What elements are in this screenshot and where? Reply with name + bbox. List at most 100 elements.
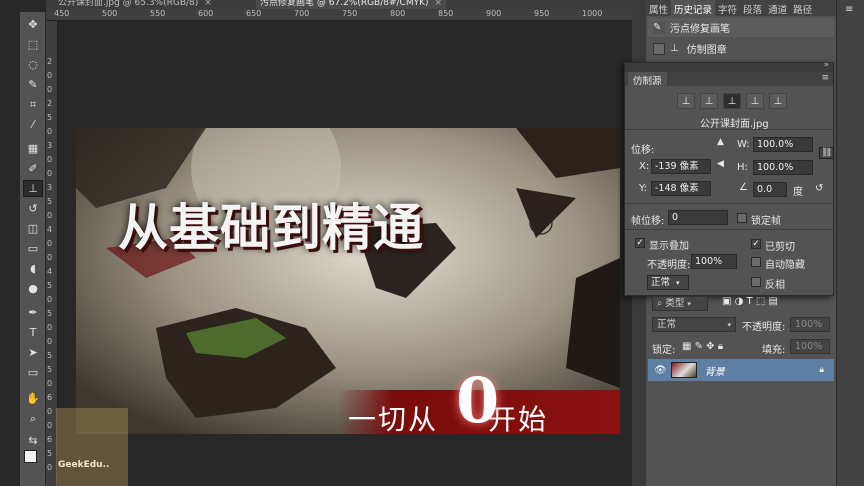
reset-transform-icon[interactable]: ↺ — [815, 183, 823, 194]
ruler-tick-label: 550 — [150, 9, 166, 18]
layer-row[interactable]: 👁︎ 背景 🔒︎ — [648, 359, 834, 381]
document-tab-1[interactable]: 公开课封面.jpg @ 65.3%(RGB/8) × — [54, 0, 216, 9]
offset-y-input[interactable]: -148 像素 — [651, 181, 711, 196]
history-snapshot-toggle[interactable] — [653, 42, 665, 55]
hand-tool-icon[interactable]: ✋ — [23, 390, 43, 407]
clipped-checkbox[interactable]: ✓ — [751, 239, 761, 249]
lock-icons[interactable]: ▦ ✎ ✥ 🔒︎ — [682, 341, 723, 352]
overlay-mode-select[interactable]: 正常 ▾ — [647, 275, 689, 290]
tab-paragraph[interactable]: 段落 — [740, 0, 765, 16]
tab-clone-source[interactable]: 仿制源 — [628, 72, 667, 87]
height-label: H: — [737, 162, 748, 173]
clone-stamp-tool-icon[interactable]: ⊥ — [23, 180, 43, 197]
ruler-tick-label: 750 — [342, 9, 358, 18]
tab-paths[interactable]: 路径 — [790, 0, 815, 16]
lock-frame-checkbox[interactable] — [737, 213, 747, 223]
history-item[interactable]: ✎ 污点修复画笔 — [648, 18, 834, 37]
ruler-tick-label: 800 — [390, 9, 406, 18]
width-scale-input[interactable]: 100.0% — [753, 137, 813, 152]
document-tab-bar: 公开课封面.jpg @ 65.3%(RGB/8) × 污点修复画笔 @ 67.2%… — [46, 0, 646, 9]
type-tool-icon[interactable]: T — [23, 324, 43, 341]
quick-select-tool-icon[interactable]: ✎ — [23, 76, 43, 93]
zoom-tool-icon[interactable]: ⌕ — [23, 410, 43, 427]
height-scale-input[interactable]: 100.0% — [753, 160, 813, 175]
panel-header[interactable]: » — [625, 60, 833, 72]
ruler-tick-label: 2 — [47, 57, 53, 66]
lock-icon: 🔒︎ — [819, 365, 824, 375]
collapse-icon[interactable]: » — [823, 60, 829, 70]
frame-offset-label: 帧位移: — [631, 216, 665, 227]
invert-checkbox[interactable] — [751, 277, 761, 287]
eyedropper-tool-icon[interactable]: ⁄ — [23, 116, 43, 133]
document-tab-2[interactable]: 污点修复画笔 @ 67.2%(RGB/8#/CMYK) × — [256, 0, 447, 9]
blur-tool-icon[interactable]: ◖ — [23, 260, 43, 277]
divider — [625, 129, 833, 130]
brush-tool-icon[interactable]: ✐ — [23, 160, 43, 177]
ruler-tick-label: 3 — [47, 183, 53, 192]
tab-character[interactable]: 字符 — [715, 0, 740, 16]
shape-tool-icon[interactable]: ▭ — [23, 364, 43, 381]
panel-menu-icon[interactable]: ≡ — [821, 73, 829, 83]
ruler-tick-label: 0 — [47, 295, 53, 304]
ruler-tick-label: 5 — [47, 197, 53, 206]
spot-healing-tool-icon[interactable]: ▦ — [23, 140, 43, 157]
clone-source-1-button[interactable]: ⊥ — [677, 93, 695, 109]
ruler-tick-label: 950 — [534, 9, 550, 18]
history-item-label: 仿制图章 — [686, 45, 727, 56]
overlay-opacity-input[interactable]: 100% — [691, 254, 737, 269]
offset-x-input[interactable]: -139 像素 — [651, 159, 711, 174]
layer-filter-icons[interactable]: ▣ ◑ T ⬚ ▤ — [722, 296, 778, 307]
artwork-image[interactable]: 从基础到精通 一切从 开始 0 — [76, 128, 620, 434]
foreground-color-swatch[interactable] — [24, 450, 37, 463]
ruler-tick-label: 0 — [47, 211, 53, 220]
ruler-horizontal[interactable]: 450 500 550 600 650 700 750 800 850 900 950 1000 — [46, 9, 632, 21]
link-icon[interactable]: ⛓ — [819, 147, 835, 159]
frame-offset-input[interactable]: 0 — [668, 210, 728, 225]
panel-tabrow: 仿制源 ≡ — [625, 72, 833, 87]
close-icon[interactable]: × — [204, 0, 212, 8]
close-icon[interactable]: × — [435, 0, 443, 8]
ruler-tick-label: 6 — [47, 393, 53, 402]
history-item[interactable]: ⊥ 仿制图章 — [648, 39, 834, 58]
fill-input[interactable]: 100% — [790, 339, 830, 354]
flip-vertical-icon[interactable]: ◀ — [717, 159, 724, 169]
panel-menu-icon[interactable]: ≡ — [845, 4, 853, 15]
flip-horizontal-icon[interactable]: ▲ — [717, 137, 724, 147]
eraser-tool-icon[interactable]: ◫ — [23, 220, 43, 237]
collapsed-panel-strip: ≡ — [836, 0, 864, 486]
tab-history[interactable]: 历史记录 — [671, 0, 716, 16]
ruler-tick-label: 5 — [47, 449, 53, 458]
blend-mode-select[interactable]: 正常 ▾ — [652, 317, 736, 332]
crop-tool-icon[interactable]: ⌗ — [23, 96, 43, 113]
tab-channels[interactable]: 通道 — [765, 0, 790, 16]
path-select-tool-icon[interactable]: ➤ — [23, 344, 43, 361]
marquee-tool-icon[interactable]: ⬚ — [23, 36, 43, 53]
angle-input[interactable]: 0.0 — [753, 182, 787, 197]
tab-properties[interactable]: 属性 — [646, 0, 671, 16]
invert-label: 反相 — [765, 280, 785, 291]
clone-source-3-button[interactable]: ⊥ — [723, 93, 741, 109]
swap-colors-icon[interactable]: ⇆ — [23, 432, 43, 449]
clone-source-5-button[interactable]: ⊥ — [769, 93, 787, 109]
clone-source-4-button[interactable]: ⊥ — [746, 93, 764, 109]
layer-filter-select[interactable]: ⌕ 类型 ▾ — [652, 296, 708, 311]
eye-icon[interactable]: 👁︎ — [654, 365, 667, 376]
ruler-tick-label: 5 — [47, 351, 53, 360]
pen-tool-icon[interactable]: ✒ — [23, 304, 43, 321]
dodge-tool-icon[interactable]: ● — [23, 280, 43, 297]
ruler-tick-label: 3 — [47, 141, 53, 150]
ruler-tick-label: 4 — [47, 267, 53, 276]
auto-hide-checkbox[interactable] — [751, 257, 761, 267]
move-tool-icon[interactable]: ✥ — [23, 16, 43, 33]
chevron-down-icon: ▾ — [676, 279, 680, 287]
history-brush-tool-icon[interactable]: ↺ — [23, 200, 43, 217]
gradient-tool-icon[interactable]: ▭ — [23, 240, 43, 257]
width-label: W: — [737, 139, 750, 150]
lasso-tool-icon[interactable]: ◌ — [23, 56, 43, 73]
ruler-tick-label: 0 — [47, 379, 53, 388]
clone-source-2-button[interactable]: ⊥ — [700, 93, 718, 109]
layer-opacity-input[interactable]: 100% — [790, 317, 830, 332]
show-overlay-checkbox[interactable]: ✓ — [635, 238, 645, 248]
x-label: X: — [639, 161, 650, 172]
search-icon: ⌕ — [657, 298, 663, 309]
